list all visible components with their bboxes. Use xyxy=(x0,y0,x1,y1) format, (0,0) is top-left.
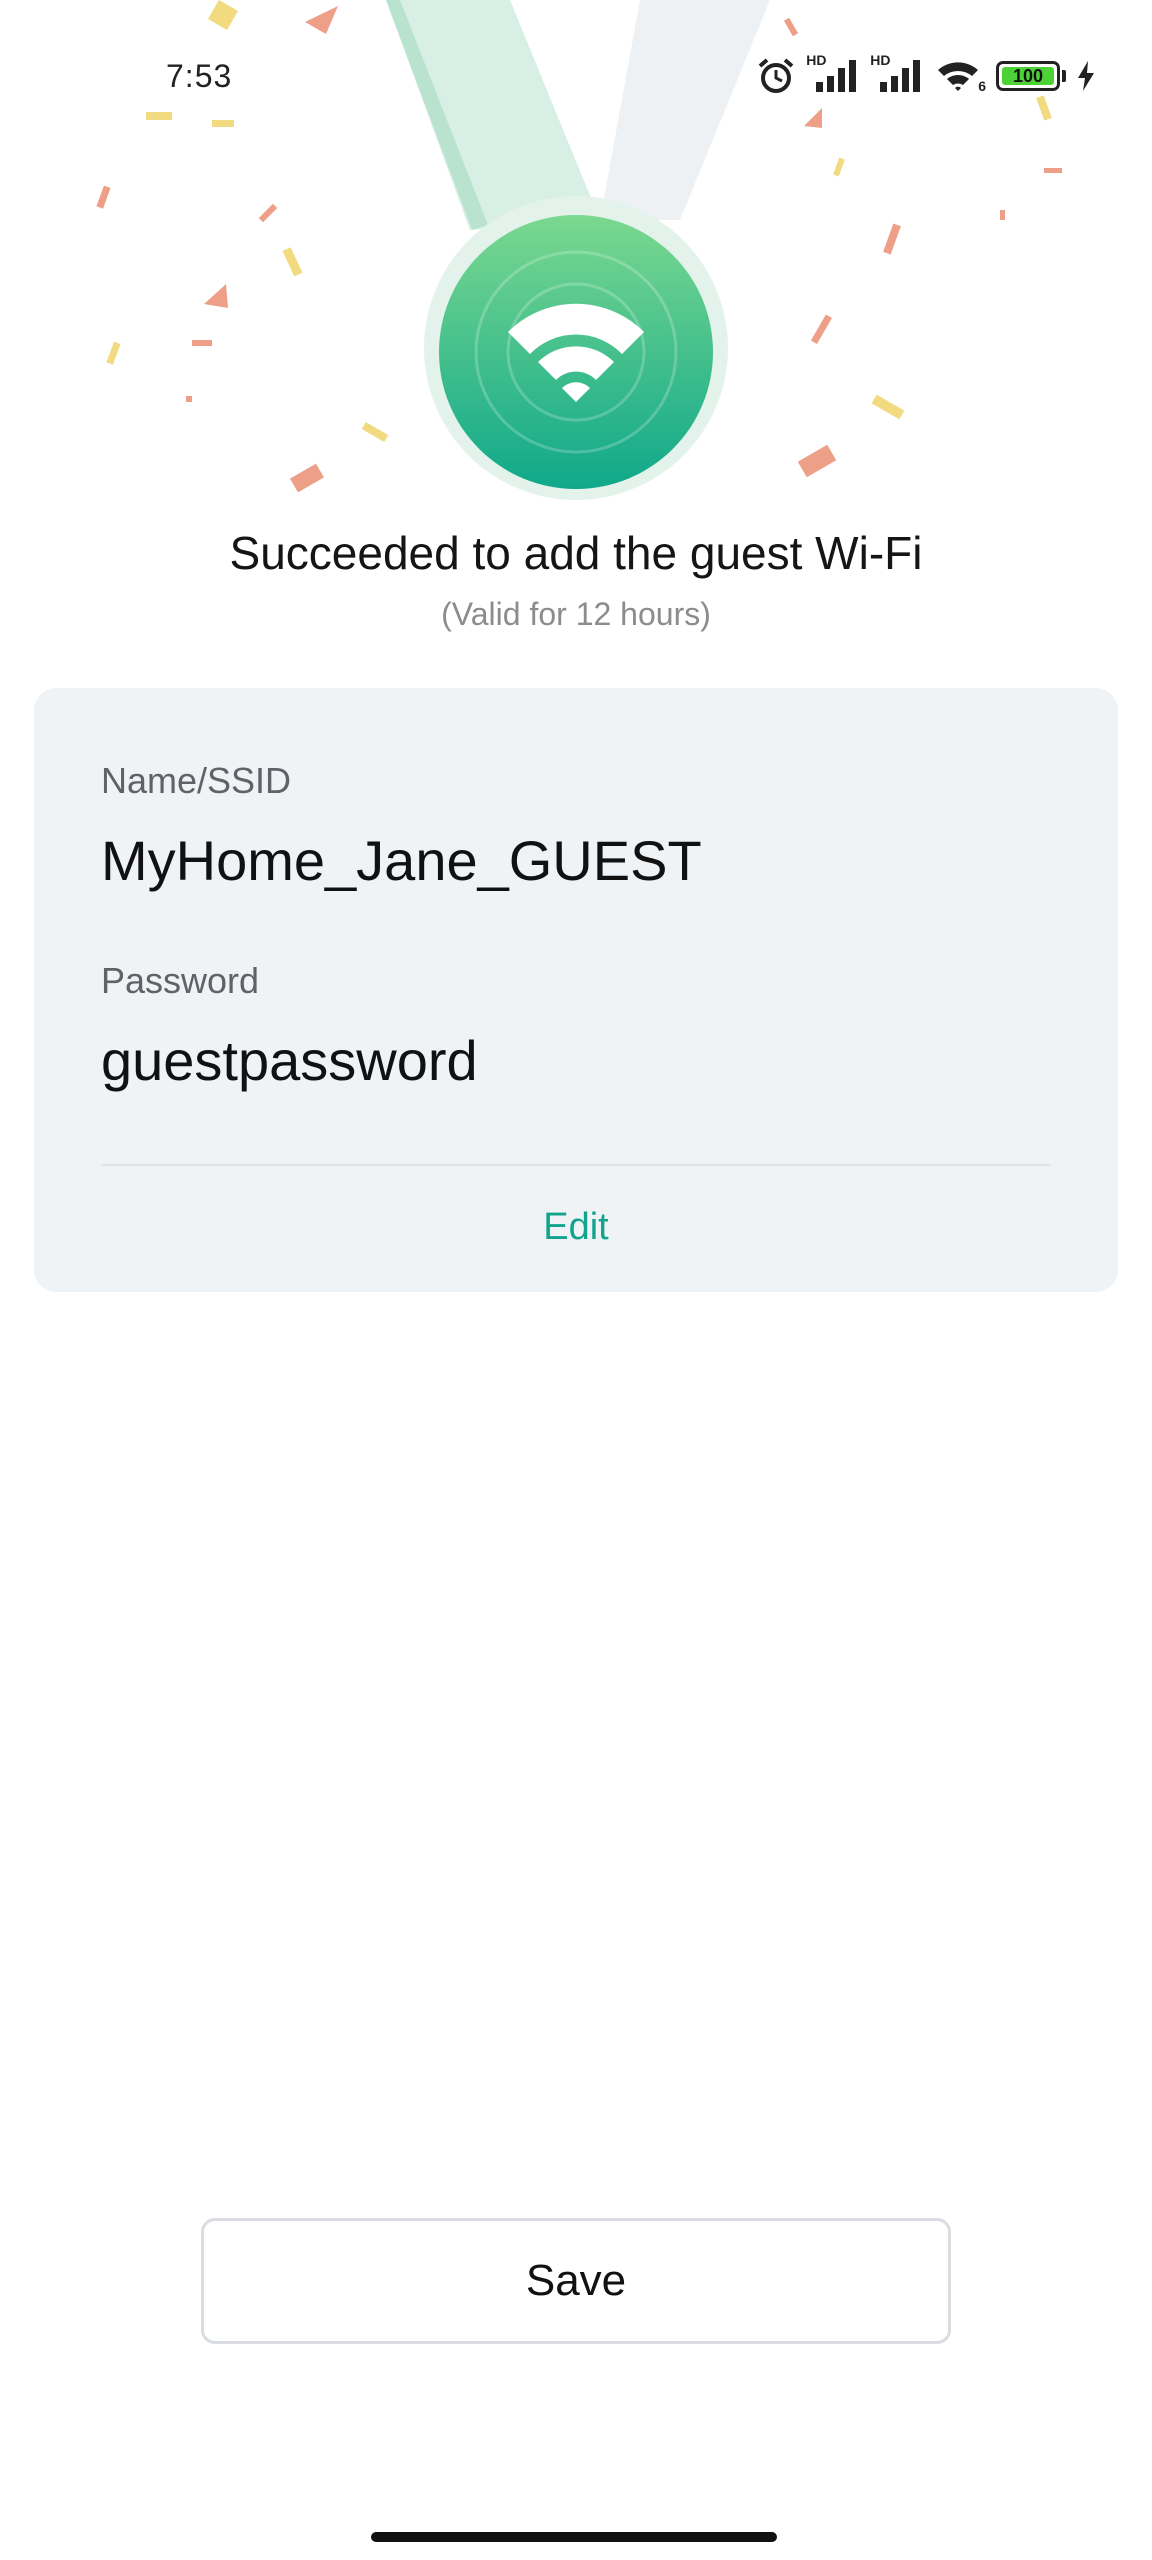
battery-level: 100 xyxy=(1012,65,1044,86)
success-title: Succeeded to add the guest Wi-Fi xyxy=(229,527,923,579)
save-button[interactable]: Save xyxy=(201,2218,951,2344)
hd-label: HD xyxy=(806,52,827,68)
status-time: 7:53 xyxy=(166,58,233,94)
password-label: Password xyxy=(101,960,260,1001)
ssid-value: MyHome_Jane_GUEST xyxy=(101,829,702,892)
charging-icon xyxy=(1078,61,1094,91)
wifi-icon xyxy=(938,62,979,91)
edit-button[interactable]: Edit xyxy=(34,1206,1118,1249)
guest-wifi-card: Name/SSID MyHome_Jane_GUEST Password gue… xyxy=(34,688,1118,1292)
validity-note: (Valid for 12 hours) xyxy=(441,596,711,632)
battery-icon: 100 xyxy=(996,61,1060,91)
ssid-label: Name/SSID xyxy=(101,760,292,801)
hd-label: HD xyxy=(870,52,891,68)
status-bar: 7:53 HD HD 6 100 xyxy=(0,0,1152,160)
home-indicator xyxy=(371,2532,777,2542)
password-value: guestpassword xyxy=(101,1029,478,1092)
alarm-icon xyxy=(758,58,794,93)
divider xyxy=(101,1164,1051,1166)
status-icons: HD HD 6 100 xyxy=(756,52,1096,96)
wifi-6-badge: 6 xyxy=(978,78,986,94)
